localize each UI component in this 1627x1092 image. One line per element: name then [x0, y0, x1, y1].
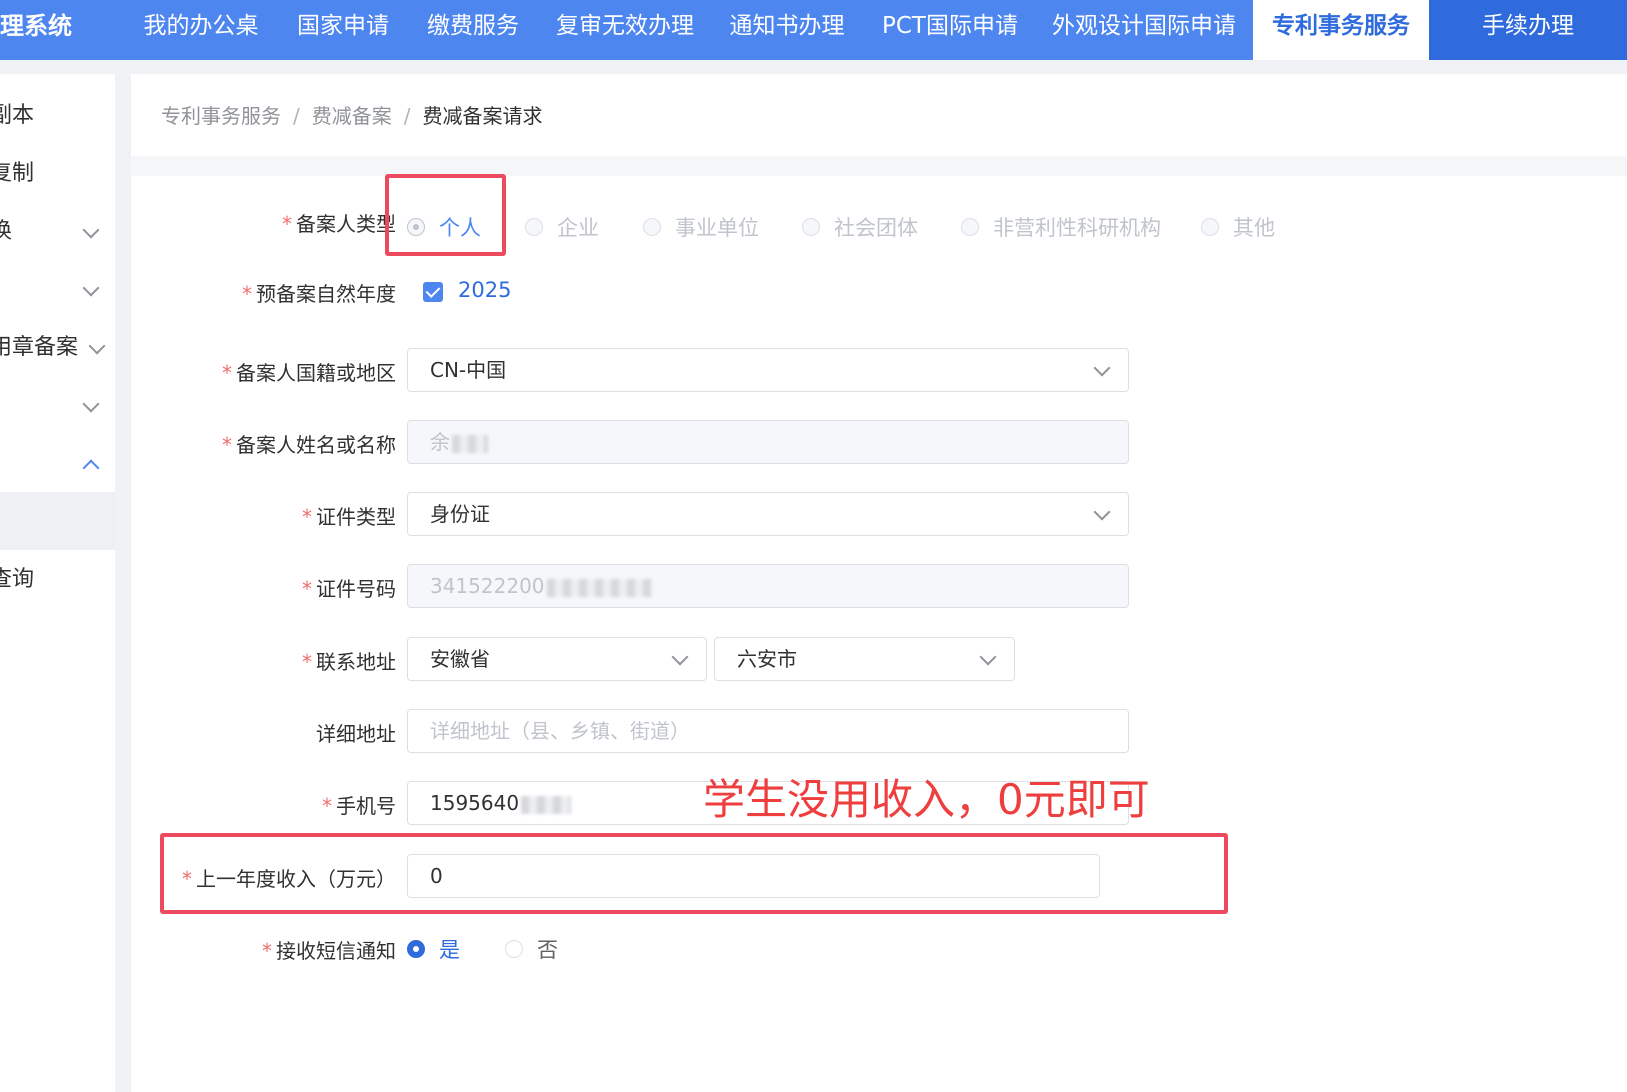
detail-address-label: 详细地址	[316, 722, 396, 746]
sidebar-item-query[interactable]: 查询	[0, 550, 115, 610]
chevron-down-icon	[1093, 359, 1111, 377]
name-label: * 备案人姓名或名称	[222, 433, 396, 457]
sidebar: 副本 复制 换 用章备案 查询	[0, 74, 115, 1092]
breadcrumb: 专利事务服务 / 费减备案 / 费减备案请求	[161, 104, 543, 128]
chevron-down-icon	[82, 279, 100, 297]
id-number-label: * 证件号码	[302, 577, 396, 601]
radio-other[interactable]: 其他	[1201, 208, 1275, 248]
sidebar-item-seal-filing[interactable]: 用章备案	[0, 318, 115, 378]
nav-pct-application[interactable]: PCT国际申请	[866, 0, 1034, 60]
chevron-down-icon	[979, 648, 997, 666]
province-select[interactable]: 安徽省	[407, 637, 707, 681]
radio-enterprise[interactable]: 企业	[525, 208, 599, 248]
breadcrumb-item[interactable]: 费减备案	[312, 104, 392, 128]
name-input[interactable]: 余	[407, 420, 1129, 464]
chevron-down-icon	[82, 395, 100, 413]
nav-notice-handling[interactable]: 通知书办理	[712, 0, 862, 60]
main-panel: 专利事务服务 / 费减备案 / 费减备案请求 * 备案人类型 个人 企业 事业单位 社会团…	[131, 74, 1627, 1092]
chevron-down-icon	[82, 221, 100, 239]
nav-my-desk[interactable]: 我的办公桌	[130, 0, 272, 60]
annotation-text: 学生没用收入，0元即可	[703, 775, 1150, 824]
address-label: * 联系地址	[302, 650, 396, 674]
chevron-down-icon	[671, 648, 689, 666]
radio-nonprofit-research[interactable]: 非营利性科研机构	[961, 208, 1161, 248]
nav-national-application[interactable]: 国家申请	[280, 0, 406, 60]
section-divider	[131, 156, 1627, 176]
city-select[interactable]: 六安市	[714, 637, 1015, 681]
breadcrumb-current: 费减备案请求	[422, 104, 543, 128]
sidebar-item-change[interactable]: 换	[0, 202, 115, 262]
id-number-input[interactable]: 341522200	[407, 564, 1129, 608]
radio-sms-no[interactable]: 否	[505, 930, 558, 970]
applicant-type-label: * 备案人类型	[282, 212, 396, 236]
sidebar-item-group-1[interactable]	[0, 260, 115, 320]
highlight-income-row	[160, 833, 1228, 914]
sidebar-item-fee-reduction[interactable]	[0, 434, 115, 494]
nav-procedures[interactable]: 手续办理	[1429, 0, 1627, 60]
id-type-select[interactable]: 身份证	[407, 492, 1129, 536]
system-title: 理系统	[0, 12, 72, 40]
sidebar-item-group-2[interactable]	[0, 376, 115, 436]
nav-design-international[interactable]: 外观设计国际申请	[1038, 0, 1250, 60]
highlight-individual	[385, 174, 506, 256]
radio-sms-yes[interactable]: 是	[407, 930, 460, 970]
radio-social-group[interactable]: 社会团体	[802, 208, 918, 248]
chevron-down-icon	[88, 337, 106, 355]
year-checkbox[interactable]	[423, 282, 443, 302]
top-navbar: 理系统 我的办公桌 国家申请 缴费服务 复审无效办理 通知书办理 PCT国际申请…	[0, 0, 1627, 60]
sms-label: * 接收短信通知	[262, 939, 396, 963]
nationality-select[interactable]: CN-中国	[407, 348, 1129, 392]
chevron-up-icon	[82, 459, 100, 477]
year-label: * 预备案自然年度	[242, 282, 396, 306]
breadcrumb-item[interactable]: 专利事务服务	[161, 104, 281, 128]
nationality-label: * 备案人国籍或地区	[222, 361, 396, 385]
detail-address-input[interactable]: 详细地址（县、乡镇、街道）	[407, 709, 1129, 753]
nav-fee-service[interactable]: 缴费服务	[410, 0, 536, 60]
nav-reexamination[interactable]: 复审无效办理	[540, 0, 710, 60]
id-type-label: * 证件类型	[302, 505, 396, 529]
year-value: 2025	[458, 278, 512, 302]
sidebar-item-fee-reduction-request[interactable]	[0, 492, 115, 550]
phone-label: * 手机号	[322, 794, 396, 818]
chevron-down-icon	[1093, 503, 1111, 521]
sidebar-item-duplicate[interactable]: 复制	[0, 144, 115, 204]
nav-patent-affairs[interactable]: 专利事务服务	[1253, 0, 1429, 60]
radio-public-institution[interactable]: 事业单位	[643, 208, 759, 248]
sidebar-item-copy[interactable]: 副本	[0, 86, 115, 146]
